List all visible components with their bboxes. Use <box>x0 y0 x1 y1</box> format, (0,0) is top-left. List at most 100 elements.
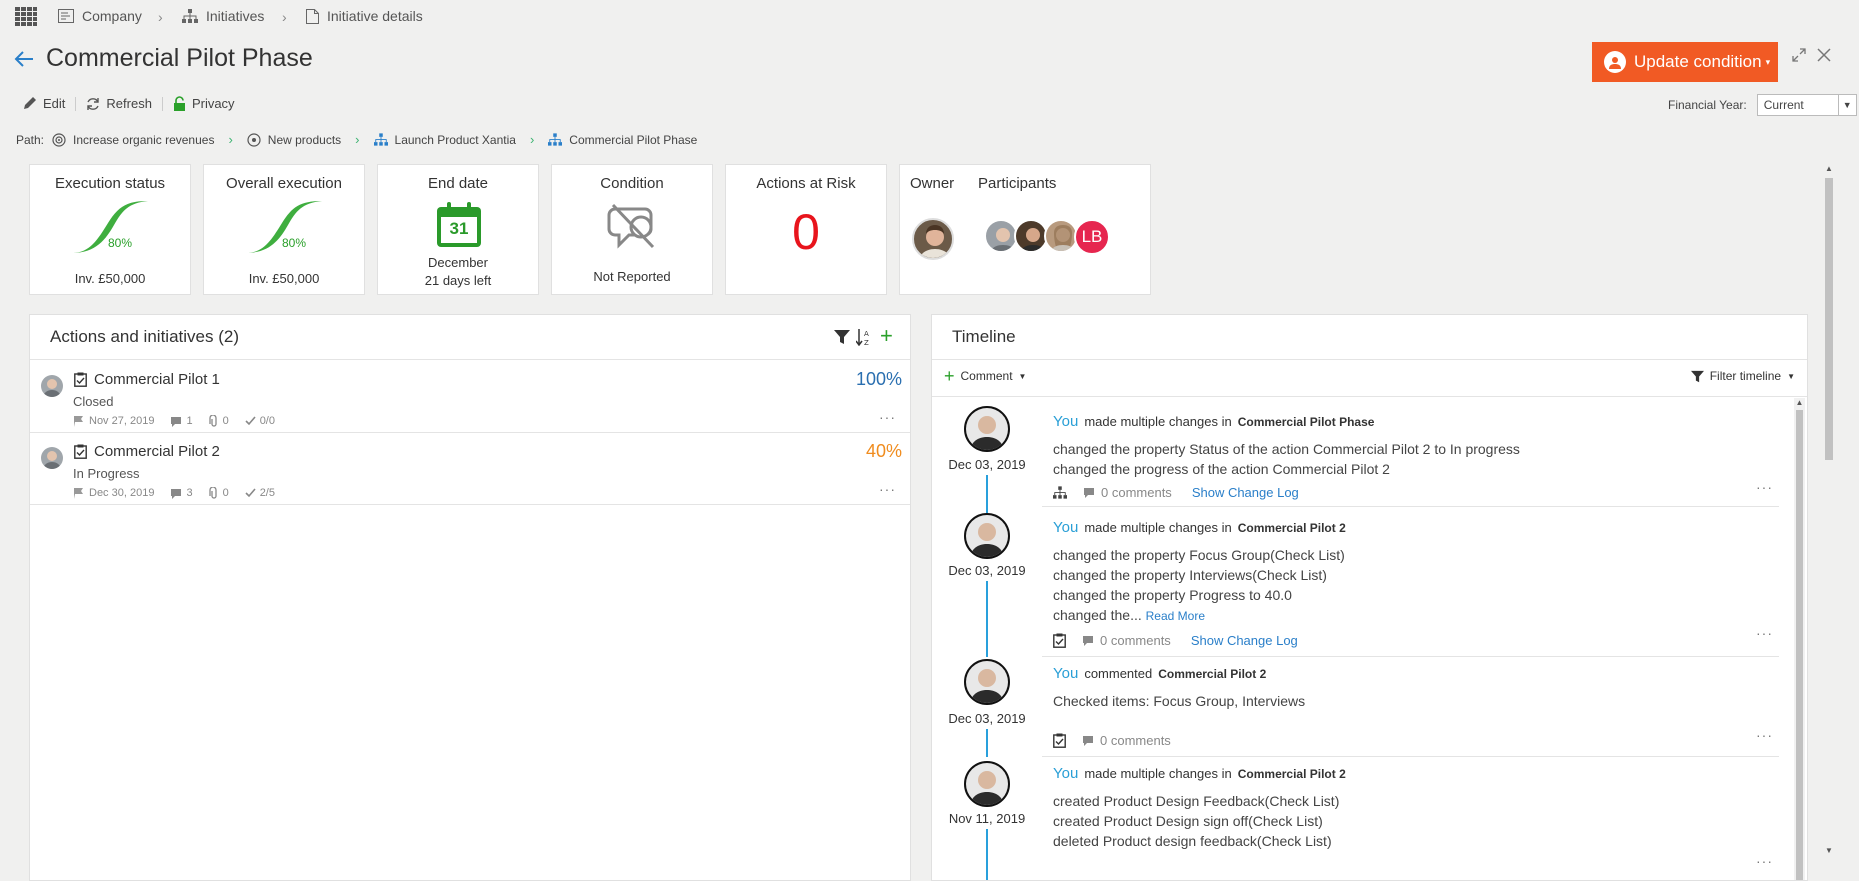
refresh-button[interactable]: Refresh <box>86 96 162 111</box>
timeline-entry: Nov 11, 2019 You made multiple changes i… <box>932 757 1787 880</box>
participant-initials-avatar[interactable]: LB <box>1074 219 1110 255</box>
svg-text:Z: Z <box>864 339 869 346</box>
add-comment-button[interactable]: + Comment ▼ <box>944 367 1027 385</box>
lock-icon <box>173 96 186 111</box>
end-date-month: December <box>428 255 488 270</box>
hierarchy-icon <box>1053 486 1067 499</box>
actions-at-risk-card[interactable]: Actions at Risk 0 <box>725 164 887 295</box>
financial-year-select[interactable]: Current ▼ <box>1756 94 1857 116</box>
scrollbar-thumb[interactable] <box>1796 410 1803 880</box>
more-options-icon[interactable]: ··· <box>1756 727 1773 743</box>
timeline-connector <box>986 829 988 880</box>
more-options-icon[interactable]: ··· <box>1756 479 1773 495</box>
timeline-target[interactable]: Commercial Pilot Phase <box>1238 415 1375 429</box>
timeline-panel-title: Timeline <box>952 327 1016 346</box>
action-status: Closed <box>73 394 114 409</box>
filter-icon[interactable] <box>834 329 850 345</box>
timeline-divider <box>1042 506 1779 507</box>
timeline-body: Checked items: Focus Group, Interviews <box>1053 691 1305 711</box>
timeline-body: changed the property Focus Group(Check L… <box>1053 545 1345 626</box>
timeline-target[interactable]: Commercial Pilot 2 <box>1238 767 1346 781</box>
owner-avatar[interactable] <box>912 218 954 260</box>
path-item-initiative[interactable]: Launch Product Xantia <box>373 133 516 147</box>
show-change-log-link[interactable]: Show Change Log <box>1191 633 1298 648</box>
caret-down-icon: ▼ <box>1787 371 1795 381</box>
timeline-line: changed the... Read More <box>1053 605 1345 626</box>
card-title: Execution status <box>54 175 166 192</box>
chevron-right-icon: › <box>158 9 163 25</box>
financial-year-filter: Financial Year: Current ▼ <box>1668 94 1857 116</box>
timeline-line: changed the progress of the action Comme… <box>1053 461 1390 477</box>
path-item-label: New products <box>267 132 342 147</box>
update-condition-button[interactable]: Update condition ▾ <box>1592 42 1778 82</box>
breadcrumb-initiatives[interactable]: Initiatives <box>182 8 264 24</box>
add-icon[interactable]: + <box>880 325 893 347</box>
timeline-author[interactable]: You <box>1053 519 1078 536</box>
participant-avatar[interactable] <box>1014 219 1048 253</box>
path-item-goal[interactable]: Increase organic revenues <box>52 133 214 147</box>
path-item-current[interactable]: Commercial Pilot Phase <box>548 133 697 147</box>
more-options-icon[interactable]: ··· <box>879 409 896 425</box>
timeline-date: Dec 03, 2019 <box>948 563 1026 578</box>
timeline-date: Dec 03, 2019 <box>948 711 1026 726</box>
sort-az-icon[interactable]: AZ <box>856 328 872 346</box>
timeline-entry: Dec 03, 2019 You made multiple changes i… <box>932 507 1787 657</box>
action-title[interactable]: Commercial Pilot 1 <box>94 371 220 388</box>
timeline-author[interactable]: You <box>1053 665 1078 682</box>
timeline-author[interactable]: You <box>1053 765 1078 782</box>
breadcrumb-company[interactable]: Company <box>58 8 142 24</box>
actions-panel-header: Actions and initiatives (2) <box>30 315 910 360</box>
filter-timeline-button[interactable]: Filter timeline ▼ <box>1690 369 1795 383</box>
action-progress: 100% <box>855 369 902 389</box>
participant-avatar[interactable] <box>1044 219 1078 253</box>
timeline-comment-count[interactable]: 0 comments <box>1101 485 1172 500</box>
apps-grid-icon[interactable] <box>15 7 37 27</box>
hierarchy-icon <box>548 133 563 146</box>
more-options-icon[interactable]: ··· <box>1756 625 1773 641</box>
hierarchy-icon <box>373 133 388 146</box>
timeline-target[interactable]: Commercial Pilot 2 <box>1158 667 1266 681</box>
privacy-button[interactable]: Privacy <box>173 96 245 111</box>
action-row[interactable]: Commercial Pilot 2 In Progress 40% Dec 3… <box>30 433 910 505</box>
timeline-scrollbar[interactable]: ▲ <box>1794 398 1805 880</box>
top-nav: Company › Initiatives › Initiative detai… <box>0 0 1859 34</box>
participant-avatar[interactable] <box>984 219 1018 253</box>
timeline-avatar <box>964 761 1010 807</box>
page-scrollbar[interactable]: ▲ ▼ <box>1822 164 1836 860</box>
more-options-icon[interactable]: ··· <box>1756 853 1773 869</box>
execution-status-card[interactable]: Execution status 80% Inv. £50,000 <box>29 164 191 295</box>
page-scrollbar-thumb[interactable] <box>1825 178 1833 460</box>
end-date-card[interactable]: End date 31 December 21 days left <box>377 164 539 295</box>
close-icon[interactable] <box>1817 48 1831 62</box>
action-due-date: Nov 27, 2019 <box>89 415 155 427</box>
execution-investment: Inv. £50,000 <box>74 271 146 286</box>
read-more-link[interactable]: Read More <box>1146 609 1205 623</box>
action-row[interactable]: Commercial Pilot 1 Closed 100% Nov 27, 2… <box>30 361 910 433</box>
condition-card[interactable]: Condition Not Reported <box>551 164 713 295</box>
timeline-target[interactable]: Commercial Pilot 2 <box>1238 521 1346 535</box>
edit-button[interactable]: Edit <box>22 96 75 111</box>
page-title: Commercial Pilot Phase <box>46 44 313 72</box>
timeline-author[interactable]: You <box>1053 413 1078 430</box>
expand-icon[interactable] <box>1792 48 1806 62</box>
flag-icon <box>73 415 85 427</box>
timeline-date: Nov 11, 2019 <box>948 811 1026 826</box>
timeline-entry-header: You made multiple changes in Commercial … <box>1053 519 1346 536</box>
hierarchy-icon <box>182 9 198 23</box>
overall-execution-card[interactable]: Overall execution 80% Inv. £50,000 <box>203 164 365 295</box>
update-condition-label: Update condition <box>1634 52 1762 71</box>
show-change-log-link[interactable]: Show Change Log <box>1192 485 1299 500</box>
action-status: In Progress <box>73 466 140 481</box>
breadcrumb-initiative-details[interactable]: Initiative details <box>306 8 423 24</box>
timeline-comment-count[interactable]: 0 comments <box>1100 733 1171 748</box>
calendar-icon: 31 <box>435 201 483 249</box>
target-icon <box>52 132 66 147</box>
action-title[interactable]: Commercial Pilot 2 <box>94 443 220 460</box>
path-item-objective[interactable]: New products <box>247 133 341 147</box>
timeline-comment-count[interactable]: 0 comments <box>1100 633 1171 648</box>
more-options-icon[interactable]: ··· <box>879 481 896 497</box>
timeline-avatar <box>964 406 1010 452</box>
back-arrow-icon[interactable] <box>14 50 34 68</box>
caret-down-icon: ▼ <box>1018 371 1027 381</box>
caret-down-icon: ▼ <box>1837 95 1856 115</box>
